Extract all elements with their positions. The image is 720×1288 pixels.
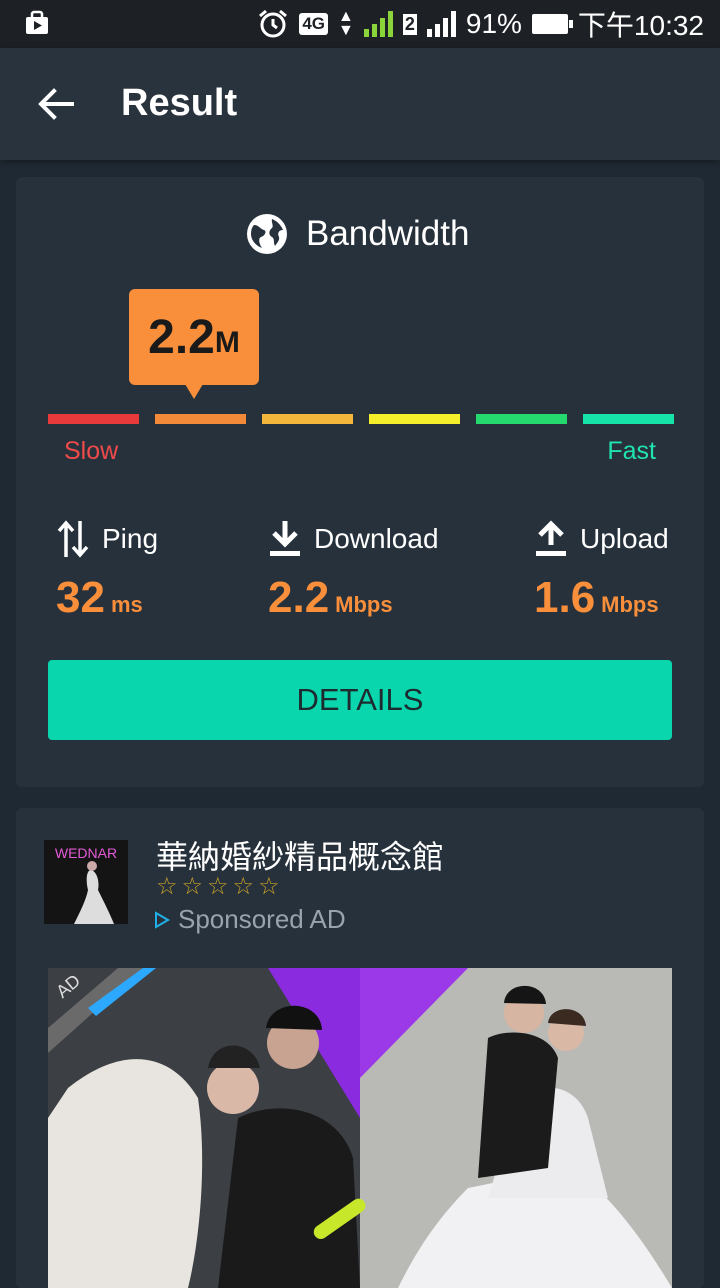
upload-icon: [536, 520, 566, 556]
scale-segment: [48, 414, 139, 424]
details-button[interactable]: DETAILS: [48, 660, 672, 740]
status-bar: 4G ▲ ▼ 2 91% 下午10:32: [0, 0, 720, 48]
speed-bubble: 2.2 M: [129, 289, 259, 399]
speed-value: 2.2: [148, 310, 215, 364]
ping-value: 32: [56, 573, 105, 622]
download-label: Download: [314, 523, 439, 554]
bag-icon: [26, 10, 48, 34]
page-title: Result: [121, 82, 238, 124]
scale-segment: [262, 414, 353, 424]
upload-metric: Upload 1.6 Mbps: [534, 519, 669, 623]
download-metric: Download 2.2 Mbps: [268, 519, 439, 623]
clock: 下午10:32: [577, 10, 704, 41]
ad-logo: WEDNAR: [44, 840, 128, 924]
bandwidth-title: Bandwidth: [306, 214, 470, 253]
signal-icon: [363, 11, 393, 37]
alarm-icon: [259, 9, 288, 38]
app-bar: Result: [0, 48, 720, 160]
ping-arrows-icon: [57, 520, 89, 558]
globe-icon: [247, 214, 287, 254]
ad-choices-icon[interactable]: [154, 910, 170, 929]
fast-label: Fast: [607, 437, 656, 465]
ping-label: Ping: [102, 523, 159, 554]
signal-sim2-icon: [426, 11, 456, 37]
download-unit: Mbps: [335, 592, 393, 617]
scale-segment: [369, 414, 460, 424]
ad-rating-stars: ☆☆☆☆☆: [156, 873, 284, 900]
ad-card[interactable]: WEDNAR 華納婚紗精品概念館 ☆☆☆☆☆ Sponsored AD AD: [16, 808, 704, 1288]
ad-banner-image[interactable]: AD: [48, 968, 672, 1288]
network-type-badge: 4G: [299, 13, 329, 35]
sim2-badge: 2: [402, 13, 417, 35]
upload-unit: Mbps: [601, 592, 659, 617]
battery-icon: [531, 14, 573, 34]
upload-value: 1.6: [534, 573, 596, 622]
ad-sponsored: Sponsored AD: [154, 904, 346, 935]
speed-unit: M: [214, 326, 240, 359]
scale-segment: [583, 414, 674, 424]
ad-logo-text: WEDNAR: [55, 845, 117, 861]
ping-unit: ms: [110, 592, 143, 617]
data-arrows-icon: ▲ ▼: [338, 8, 354, 39]
slow-label: Slow: [64, 437, 119, 465]
sponsored-label: Sponsored AD: [178, 904, 346, 934]
result-card: Bandwidth 2.2 M Slow Fast Ping 32 ms Down…: [16, 177, 704, 787]
ping-metric: Ping 32 ms: [56, 519, 158, 623]
battery-percent: 91%: [465, 8, 522, 39]
back-arrow-icon[interactable]: [36, 84, 76, 124]
download-value: 2.2: [268, 573, 330, 622]
bandwidth-heading: Bandwidth: [246, 213, 469, 255]
scale-segment: [476, 414, 567, 424]
download-icon: [270, 521, 300, 556]
upload-label: Upload: [580, 523, 669, 554]
scale-segment: [155, 414, 246, 424]
